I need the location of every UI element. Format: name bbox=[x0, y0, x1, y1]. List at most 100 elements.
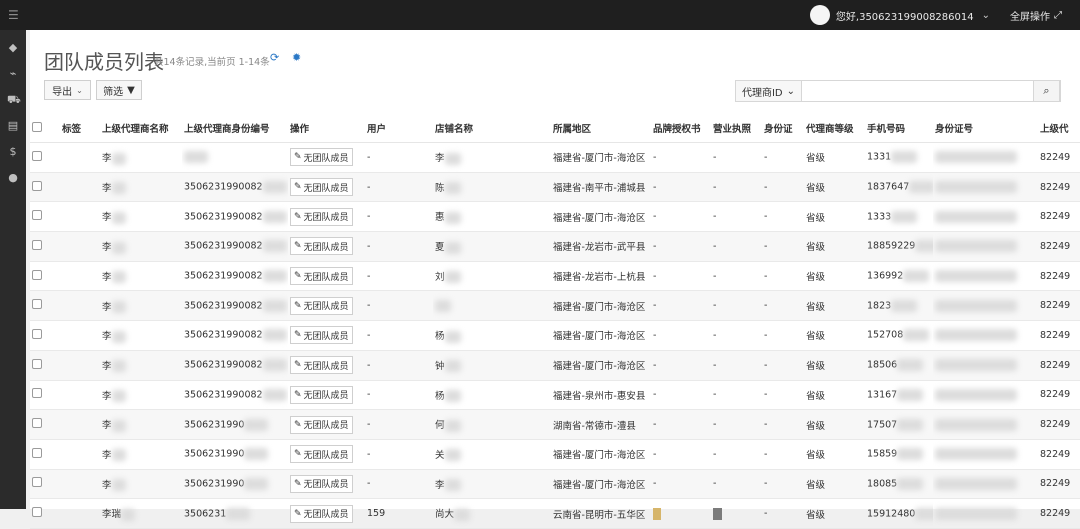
no-team-members-button[interactable]: ✎ 无团队成员 bbox=[290, 207, 353, 226]
shop-cell: 杨 bbox=[433, 320, 551, 351]
no-team-members-button[interactable]: ✎ 无团队成员 bbox=[290, 326, 353, 345]
upline-value: 82249 bbox=[1040, 270, 1071, 282]
upline-value: 82249 bbox=[1040, 240, 1071, 252]
level-value: 省级 bbox=[806, 331, 826, 343]
no-team-members-button[interactable]: ✎ 无团队成员 bbox=[290, 504, 353, 523]
no-team-members-button[interactable]: ✎ 无团队成员 bbox=[290, 415, 353, 434]
no-team-members-button[interactable]: ✎ 无团队成员 bbox=[290, 237, 353, 256]
user-cell: - bbox=[365, 142, 433, 173]
redaction bbox=[111, 152, 126, 165]
menu-icon[interactable]: ☰ bbox=[8, 8, 20, 22]
agent-name: 李瑞 bbox=[102, 509, 122, 521]
row-checkbox[interactable] bbox=[32, 239, 42, 250]
no-team-members-button[interactable]: ✎ 无团队成员 bbox=[290, 148, 353, 167]
megaphone-icon[interactable]: ⌁ bbox=[7, 68, 19, 80]
search-input[interactable] bbox=[802, 81, 1060, 101]
idcard-cell: - bbox=[762, 231, 804, 262]
filter-label: 筛选 bbox=[103, 86, 124, 98]
row-checkbox[interactable] bbox=[32, 269, 42, 280]
agent-name: 李 bbox=[102, 390, 112, 402]
fullscreen-label: 全屏操作 bbox=[1010, 12, 1050, 23]
cart-icon[interactable]: ⛟ bbox=[7, 94, 21, 106]
user-value: - bbox=[367, 181, 371, 193]
search-field-select[interactable]: 代理商ID ⌄ bbox=[736, 81, 802, 101]
agent-id-cell: 3506231990082 bbox=[182, 231, 288, 262]
shop-cell: 陈 bbox=[433, 172, 551, 203]
user-menu[interactable]: 您好,350623199008286014 ⌄ bbox=[809, 5, 990, 25]
upline-cell: 82249 bbox=[1038, 498, 1080, 529]
avatar bbox=[809, 5, 830, 25]
no-team-members-button[interactable]: ✎ 无团队成员 bbox=[290, 267, 353, 286]
no-team-members-button[interactable]: ✎ 无团队成员 bbox=[290, 178, 353, 197]
agent-id: 3506231990082 bbox=[184, 270, 263, 282]
export-button[interactable]: 导出 ⌄ bbox=[44, 80, 91, 100]
agent-name: 李 bbox=[102, 301, 112, 313]
row-checkbox[interactable] bbox=[32, 150, 42, 161]
region-value: 福建省-厦门市-海沧区 bbox=[553, 301, 646, 313]
license-thumbnail[interactable] bbox=[713, 507, 722, 520]
redaction bbox=[244, 418, 269, 431]
diamond-icon[interactable]: ◆ bbox=[7, 42, 19, 54]
no-team-members-button[interactable]: ✎ 无团队成员 bbox=[290, 356, 353, 375]
region-value: 福建省-龙岩市-武平县 bbox=[553, 242, 646, 254]
search-button[interactable]: ⌕ bbox=[1033, 80, 1060, 102]
row-checkbox[interactable] bbox=[32, 299, 42, 310]
phone-value: 18085 bbox=[867, 478, 898, 490]
row-checkbox[interactable] bbox=[32, 210, 42, 221]
redaction bbox=[111, 479, 126, 492]
dollar-icon[interactable]: $ bbox=[7, 146, 19, 158]
tag-cell bbox=[60, 290, 100, 322]
shop-name: 李 bbox=[435, 153, 445, 165]
fullscreen-toggle[interactable]: 全屏操作 ⤢ bbox=[1010, 8, 1062, 23]
select-all-checkbox[interactable] bbox=[32, 121, 42, 132]
truck-icon[interactable]: ▤ bbox=[7, 120, 19, 132]
agent-name-cell: 李 bbox=[100, 142, 182, 173]
action-label: 无团队成员 bbox=[303, 480, 349, 491]
row-checkbox[interactable] bbox=[32, 388, 42, 399]
shop-name: 尚大 bbox=[435, 509, 455, 521]
brand-cell: - bbox=[651, 409, 711, 440]
agent-name: 李 bbox=[102, 182, 112, 194]
upline-cell: 82249 bbox=[1038, 439, 1080, 470]
upline-value: 82249 bbox=[1040, 508, 1071, 520]
row-checkbox[interactable] bbox=[32, 328, 42, 339]
no-team-members-button[interactable]: ✎ 无团队成员 bbox=[290, 296, 353, 315]
phone-value: 13167 bbox=[867, 389, 898, 401]
row-checkbox[interactable] bbox=[32, 477, 42, 488]
idno-cell bbox=[933, 201, 1038, 233]
user-icon[interactable]: ● bbox=[7, 172, 19, 184]
agent-id-cell: 3506231990082 bbox=[182, 201, 288, 233]
agent-name-cell: 李瑞 bbox=[100, 498, 182, 529]
action-cell: ✎ 无团队成员 bbox=[288, 498, 365, 529]
row-checkbox[interactable] bbox=[32, 418, 42, 429]
action-label: 无团队成员 bbox=[303, 272, 349, 283]
table-row: 李 3506231990 ✎ 无团队成员 - 李福建省-厦门市-海沧区 - - - 省级 18085… bbox=[30, 469, 1080, 500]
agent-name: 李 bbox=[102, 153, 112, 165]
row-checkbox[interactable] bbox=[32, 180, 42, 191]
brand-cell: - bbox=[651, 172, 711, 203]
idcard-value: - bbox=[764, 448, 768, 460]
no-team-members-button[interactable]: ✎ 无团队成员 bbox=[290, 445, 353, 464]
row-checkbox[interactable] bbox=[32, 358, 42, 369]
row-select-cell bbox=[30, 469, 60, 500]
phone-cell: 13167 bbox=[865, 380, 933, 411]
refresh-icon[interactable]: ⟳ bbox=[270, 52, 280, 63]
idcard-cell: - bbox=[762, 201, 804, 233]
edit-icon: ✎ bbox=[294, 360, 302, 371]
header-idcard: 身份证 bbox=[762, 114, 804, 143]
agent-id: 3506231990082 bbox=[184, 211, 263, 223]
idcard-cell: - bbox=[762, 142, 804, 173]
row-checkbox[interactable] bbox=[32, 447, 42, 458]
agent-name-cell: 李 bbox=[100, 350, 182, 381]
region-cell: 福建省-泉州市-惠安县 bbox=[551, 380, 651, 411]
export-label: 导出 bbox=[52, 86, 73, 98]
upline-value: 82249 bbox=[1040, 151, 1071, 163]
level-cell: 省级 bbox=[804, 231, 865, 262]
agent-id-cell: 3506231990082 bbox=[182, 350, 288, 381]
no-team-members-button[interactable]: ✎ 无团队成员 bbox=[290, 385, 353, 404]
brand-thumbnail[interactable] bbox=[653, 507, 661, 520]
filter-button[interactable]: 筛选 ▼ bbox=[96, 80, 142, 100]
gear-icon[interactable]: ✹ bbox=[292, 52, 302, 63]
no-team-members-button[interactable]: ✎ 无团队成员 bbox=[290, 474, 353, 493]
agent-name-cell: 李 bbox=[100, 380, 182, 411]
